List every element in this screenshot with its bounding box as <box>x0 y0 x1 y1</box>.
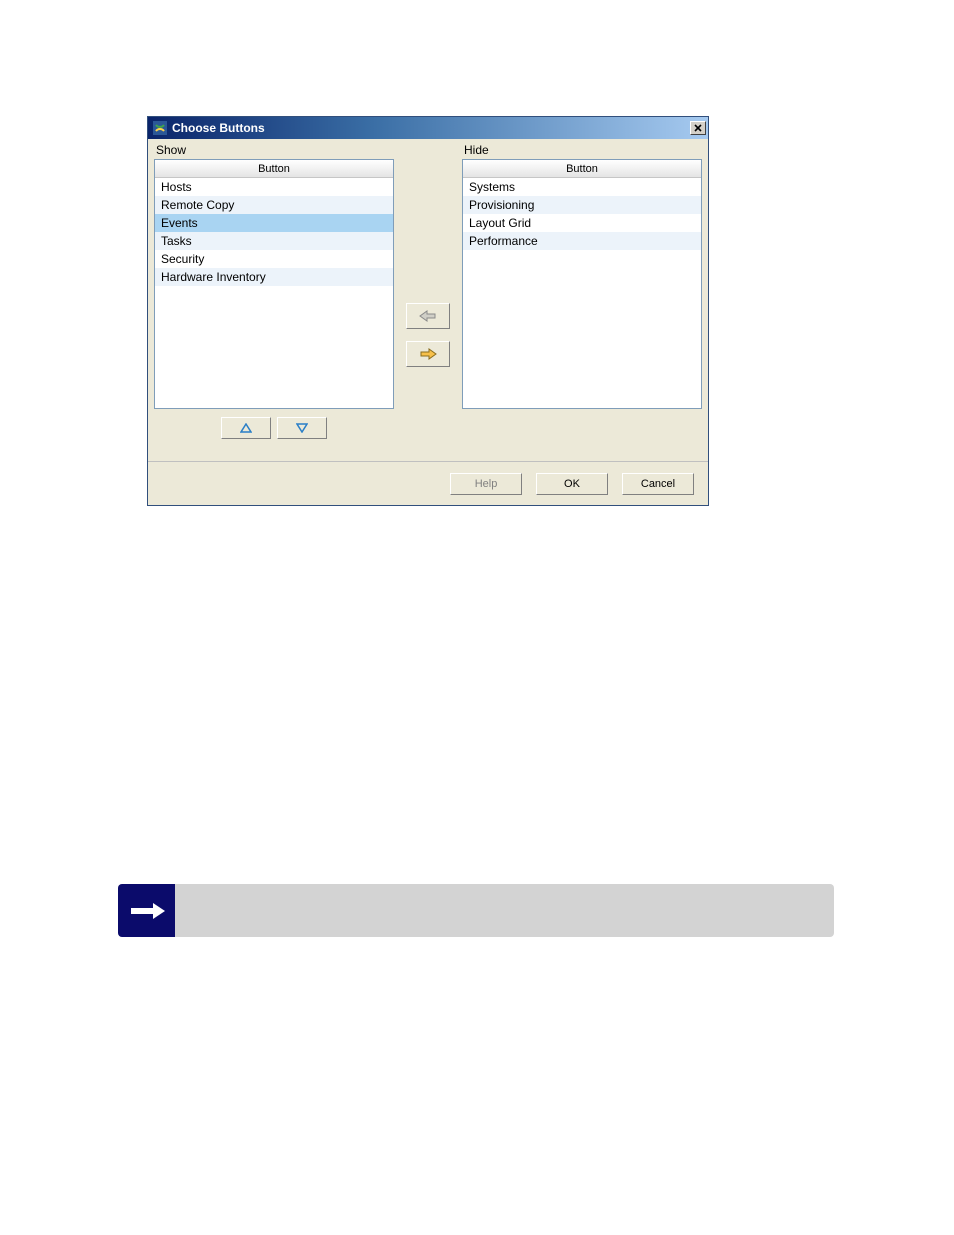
hide-list-header[interactable]: Button <box>463 160 701 178</box>
show-panel: Show Button HostsRemote CopyEventsTasksS… <box>154 139 394 461</box>
list-item[interactable]: Provisioning <box>463 196 701 214</box>
list-item[interactable]: Hardware Inventory <box>155 268 393 286</box>
hide-label: Hide <box>462 139 702 159</box>
move-up-button[interactable] <box>221 417 271 439</box>
arrow-left-icon <box>419 309 437 323</box>
arrow-right-icon <box>419 347 437 361</box>
show-label: Show <box>154 139 394 159</box>
dialog-footer: Help OK Cancel <box>148 461 708 505</box>
list-item[interactable]: Performance <box>463 232 701 250</box>
choose-buttons-figure: Choose Buttons Show Button HostsRemote C… <box>147 116 709 506</box>
show-list-items: HostsRemote CopyEventsTasksSecurityHardw… <box>155 178 393 408</box>
hide-panel: Hide Button SystemsProvisioningLayout Gr… <box>462 139 702 461</box>
triangle-down-icon <box>296 423 308 433</box>
move-right-button[interactable] <box>406 341 450 367</box>
show-list-header[interactable]: Button <box>155 160 393 178</box>
dialog-titlebar: Choose Buttons <box>148 117 708 139</box>
close-button[interactable] <box>690 121 706 135</box>
app-icon <box>152 120 168 136</box>
ok-button[interactable]: OK <box>536 473 608 495</box>
list-item[interactable]: Remote Copy <box>155 196 393 214</box>
show-list[interactable]: Button HostsRemote CopyEventsTasksSecuri… <box>154 159 394 409</box>
note-arrow-icon <box>118 884 175 937</box>
move-left-button[interactable] <box>406 303 450 329</box>
move-buttons-column <box>402 139 454 461</box>
note-callout <box>118 884 834 937</box>
note-body <box>175 884 834 937</box>
triangle-up-icon <box>240 423 252 433</box>
cancel-button[interactable]: Cancel <box>622 473 694 495</box>
dialog-body: Show Button HostsRemote CopyEventsTasksS… <box>148 139 708 461</box>
help-button[interactable]: Help <box>450 473 522 495</box>
hide-list-items: SystemsProvisioningLayout GridPerformanc… <box>463 178 701 408</box>
list-item[interactable]: Systems <box>463 178 701 196</box>
choose-buttons-dialog: Choose Buttons Show Button HostsRemote C… <box>147 116 709 506</box>
list-item[interactable]: Events <box>155 214 393 232</box>
list-item[interactable]: Hosts <box>155 178 393 196</box>
list-item[interactable]: Tasks <box>155 232 393 250</box>
list-item[interactable]: Security <box>155 250 393 268</box>
hide-list[interactable]: Button SystemsProvisioningLayout GridPer… <box>462 159 702 409</box>
dialog-title: Choose Buttons <box>172 121 690 135</box>
list-item[interactable]: Layout Grid <box>463 214 701 232</box>
reorder-buttons <box>154 409 394 439</box>
move-down-button[interactable] <box>277 417 327 439</box>
